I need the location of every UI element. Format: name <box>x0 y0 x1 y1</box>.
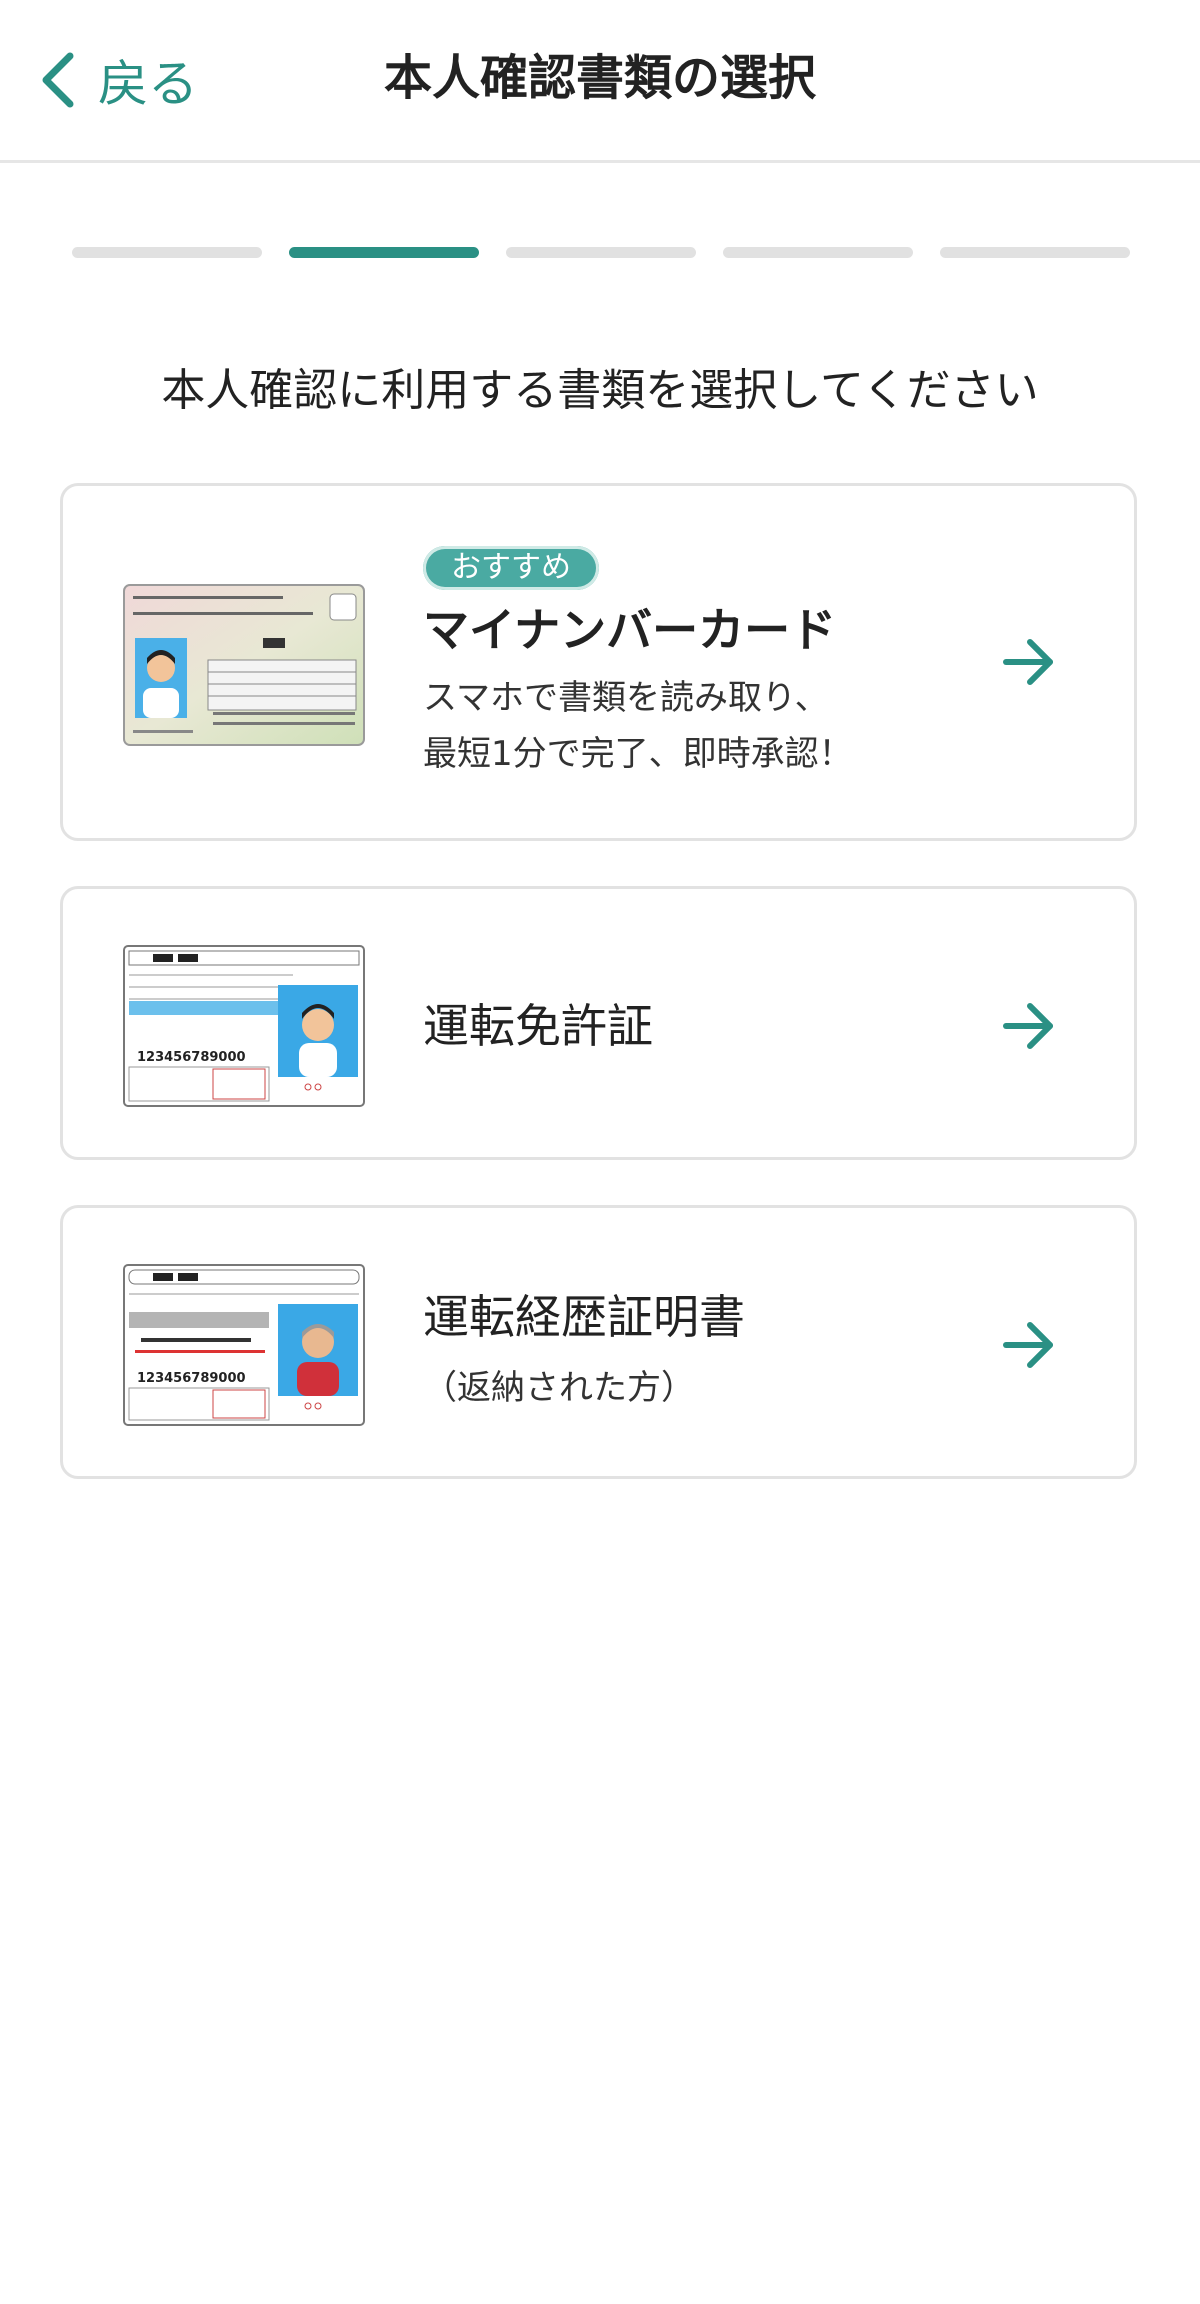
document-description-line-2: 最短1分で完了、即時承認！ <box>423 734 853 774</box>
instruction-text: 本人確認に利用する書類を選択してください <box>161 365 1039 416</box>
progress-steps <box>72 247 1130 258</box>
my-number-card-image <box>123 584 365 746</box>
progress-step-5 <box>940 247 1130 258</box>
document-title: マイナンバーカード <box>423 603 837 657</box>
driving-history-certificate-image: 123456789000 <box>123 1264 365 1426</box>
progress-step-2 <box>289 247 479 258</box>
document-title: 運転経歴証明書 <box>423 1290 745 1344</box>
document-option-my-number-card[interactable]: おすすめ マイナンバーカード スマホで書類を読み取り、 最短1分で完了、即時承認… <box>60 483 1137 841</box>
arrow-right-icon <box>1003 1322 1053 1368</box>
recommended-badge: おすすめ <box>423 546 599 590</box>
page-title: 本人確認書類の選択 <box>383 50 816 106</box>
document-subtitle: （返納された方） <box>423 1368 695 1408</box>
svg-text:123456789000: 123456789000 <box>137 1050 246 1065</box>
progress-step-1 <box>72 247 262 258</box>
document-description-line-1: スマホで書類を読み取り、 <box>423 678 829 718</box>
svg-text:123456789000: 123456789000 <box>137 1371 246 1386</box>
progress-step-4 <box>723 247 913 258</box>
header: 戻る 本人確認書類の選択 <box>0 0 1200 163</box>
document-option-driving-history-certificate[interactable]: 123456789000 運転経歴証明書 （返納された方） <box>60 1205 1137 1479</box>
arrow-right-icon <box>1003 1003 1053 1049</box>
drivers-license-image: 123456789000 <box>123 945 365 1107</box>
document-option-drivers-license[interactable]: 123456789000 運転免許証 <box>60 886 1137 1160</box>
progress-step-3 <box>506 247 696 258</box>
document-title: 運転免許証 <box>423 999 653 1053</box>
arrow-right-icon <box>1003 639 1053 685</box>
